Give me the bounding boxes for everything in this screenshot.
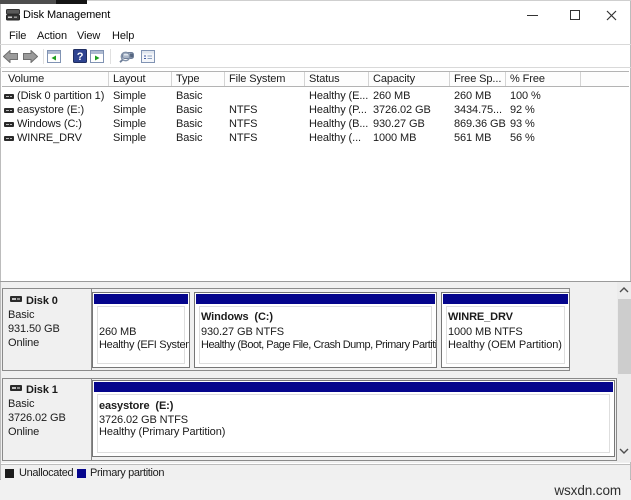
svg-text:?: ? bbox=[77, 51, 84, 63]
